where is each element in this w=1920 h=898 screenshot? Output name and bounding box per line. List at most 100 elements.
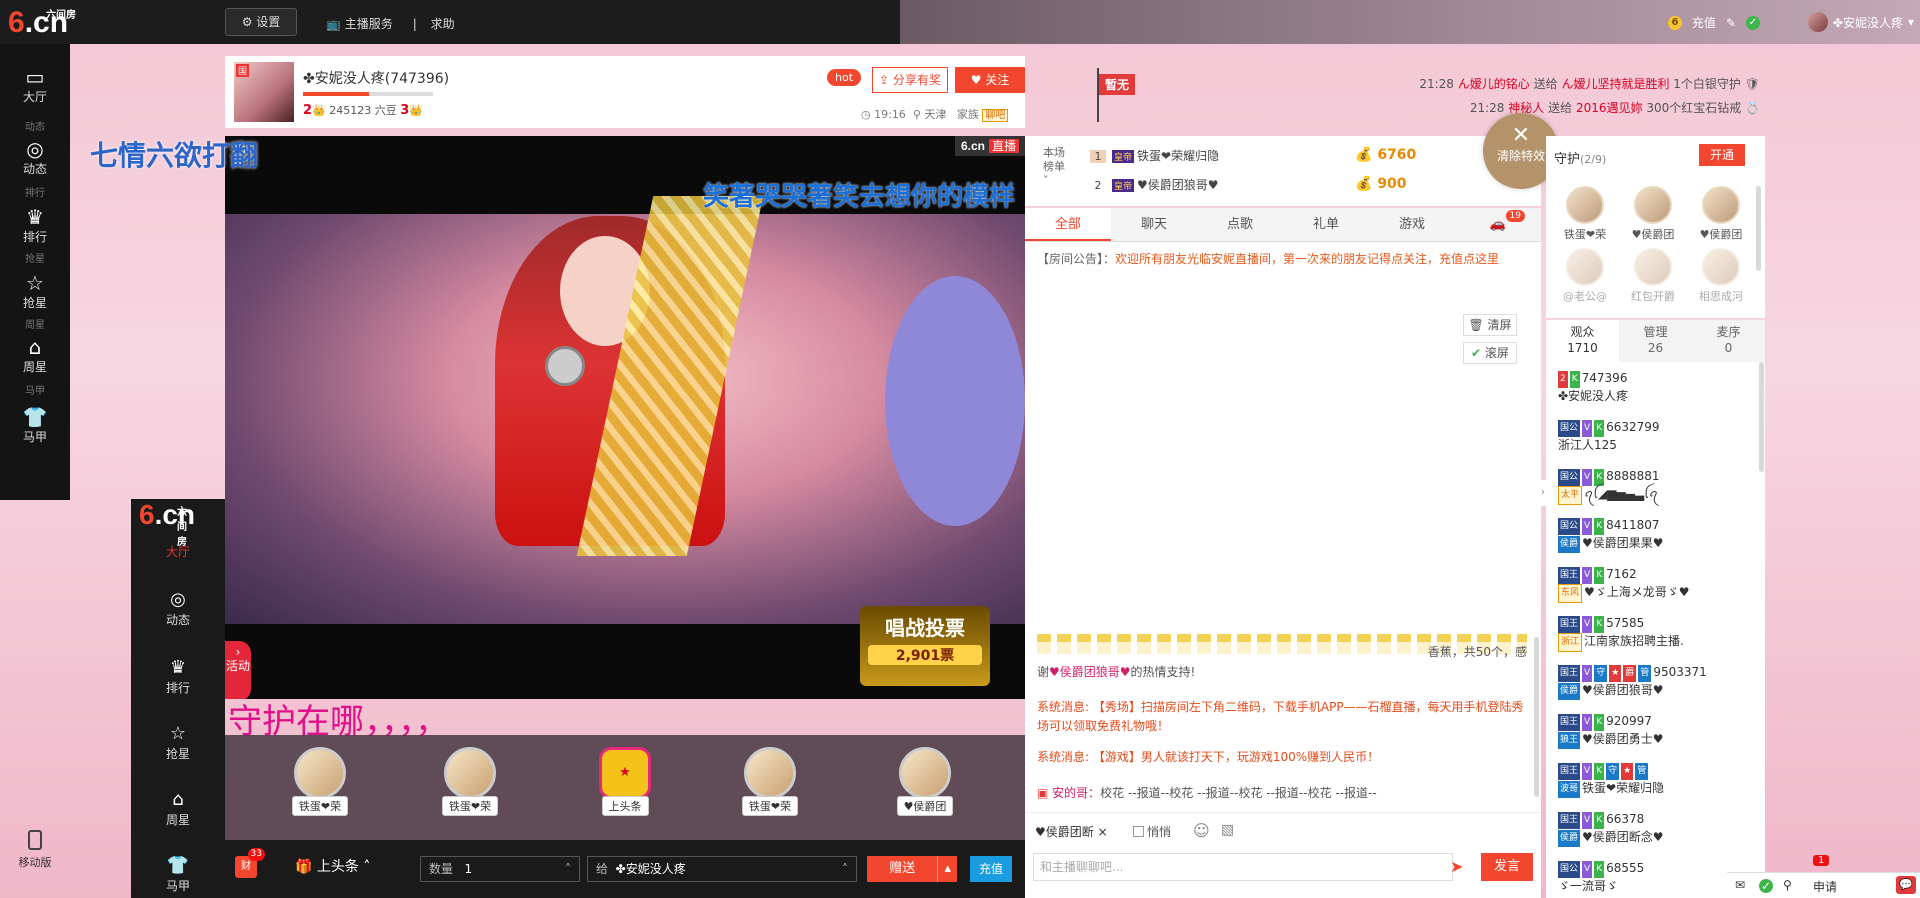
anchor-service-link[interactable]: 📺 主播服务 (326, 17, 403, 31)
open-guard-button[interactable]: 开通 (1699, 144, 1745, 166)
share-button[interactable]: ⇪ 分享有奖 (872, 67, 948, 93)
edit-icon[interactable]: ✎ (1726, 16, 1736, 30)
chat-scrollbar[interactable] (1534, 637, 1539, 797)
rank-row[interactable]: 2 皇帝 ♥侯爵团狼哥♥ 💰 900 (1090, 176, 1530, 193)
host-avatar[interactable]: 国 (234, 62, 294, 122)
list-item[interactable]: 国王 V 守 ★ 爵管 9503371 侯爵 ♥侯爵团狼哥♥ (1558, 664, 1754, 700)
ghost-item-rank[interactable]: ♛ 排行 (131, 657, 225, 696)
guard-item[interactable]: 相思成河 (1690, 248, 1752, 304)
vote-widget[interactable]: 唱战投票 2,901票 (860, 606, 990, 686)
gift-slot[interactable]: ♥侯爵团 (890, 747, 960, 816)
site-logo[interactable]: 6.cn 六间房 (8, 6, 76, 40)
recharge-link[interactable]: 充值 (1692, 14, 1716, 31)
headline-button[interactable]: 🎁 上头条 ˄ (295, 856, 370, 876)
user-menu[interactable]: ✤安妮没人疼 ▾ (1807, 12, 1914, 32)
guard-item[interactable]: ♥侯爵团 (1622, 186, 1684, 242)
help-link[interactable]: 求助 (431, 17, 455, 31)
ghost-label: 排行 (25, 188, 45, 199)
collapse-panel-button[interactable]: › (1538, 480, 1548, 506)
ghost-item-hall[interactable]: 大厅 (131, 543, 225, 560)
sidebar-item-weekstar[interactable]: ⌂ 周星 (0, 336, 70, 375)
tab-audience[interactable]: 观众 1710 (1546, 320, 1619, 362)
ghost-item-feed[interactable]: ◎ 动态 (131, 589, 225, 628)
list-item[interactable]: 国王 V K 7162 东风 ♥ゞ上海メ龙哥ゞ♥ (1558, 566, 1754, 603)
tab-managers[interactable]: 管理 26 (1619, 320, 1692, 362)
paper-plane-icon[interactable]: ➤ (1450, 857, 1463, 876)
whisper-checkbox[interactable]: 悄悄 (1133, 823, 1171, 840)
scroll-screen-button[interactable]: ✔ 滚屏 (1463, 342, 1517, 364)
list-item[interactable]: 国王 V K 守 ★ 管波哥 铁蛋❤荣耀归隐 (1558, 762, 1754, 798)
sidebar-item-star[interactable]: ☆ 抢星 (0, 272, 70, 311)
follow-button[interactable]: ♥ 关注 (955, 67, 1025, 93)
verified-icon[interactable]: ✓ (1759, 879, 1773, 893)
sidebar-item-hall[interactable]: ▭ 大厅 (0, 66, 70, 105)
guard-scrollbar[interactable] (1756, 186, 1761, 271)
gift-slot[interactable]: 铁蛋❤荣 (285, 747, 355, 816)
caret-up-icon[interactable]: ▴ (937, 856, 957, 882)
recipient-field[interactable]: 给 ✤安妮没人疼 ˄ (587, 856, 857, 882)
guard-item[interactable]: @老公@ (1554, 248, 1616, 304)
list-item[interactable]: 国公 V K 6632799 浙江人125 (1558, 419, 1754, 454)
ghost-item-vest[interactable]: 👕 马甲 (131, 855, 225, 894)
user-name: ♥侯爵团狼哥♥ (1582, 683, 1664, 697)
family-tag[interactable]: 聊吧 (982, 109, 1009, 122)
list-item[interactable]: 国公 V K 68555 ゞ一流哥ゞ (1558, 860, 1754, 895)
close-icon[interactable]: × (1098, 825, 1108, 839)
tab-mic-queue[interactable]: 麦序 0 (1692, 320, 1765, 362)
user-id: 8888881 (1606, 469, 1660, 483)
search-icon[interactable]: ⚲ (1783, 878, 1792, 892)
tab-games[interactable]: 游戏 (1369, 208, 1455, 241)
heart-icon: ♥ (970, 73, 986, 87)
image-icon[interactable]: ▧ (1221, 822, 1234, 838)
guard-item[interactable]: 铁蛋❤荣 (1554, 186, 1616, 242)
mail-icon[interactable]: ✉ (1735, 878, 1745, 892)
apply-count: 1 (1813, 855, 1830, 866)
rank-row[interactable]: 1 皇帝 铁蛋❤荣耀归隐 💰 6760 (1090, 147, 1530, 164)
recharge-button[interactable]: 充值 (970, 856, 1012, 882)
list-item[interactable]: 国王 V K 66378 侯爵 ♥侯爵团断念♥ (1558, 811, 1754, 847)
tab-car[interactable]: 🚗 19 (1455, 208, 1541, 241)
send-gift-button[interactable]: 赠送 ▴ (867, 856, 957, 882)
headline-slot[interactable]: ★ 上头条 (590, 747, 660, 816)
gift-slot[interactable]: 铁蛋❤荣 (735, 747, 805, 816)
left-sidebar: ▭ 大厅 动态 ◎ 动态 排行 ♛ 排行 抢星 ☆ 抢星 周星 ⌂ 周星 马甲 👕 马甲 (0, 44, 70, 500)
compass-icon: ◎ (26, 137, 44, 161)
list-item[interactable]: 国王 V K 920997 狼王 ♥侯爵团勇士♥ (1558, 713, 1754, 749)
video-player[interactable]: 5 6.cn 直播 笑著哭哭著笑去想你的模样 唱战投票 2,901票 › 活动 (225, 136, 1025, 699)
sidebar-item-vest[interactable]: 👕 马甲 (0, 406, 70, 445)
guard-item[interactable]: ♥侯爵团 (1690, 186, 1752, 242)
user-badge: K (1569, 371, 1580, 388)
quantity-field[interactable]: 数量 1 ˄ (420, 856, 580, 882)
list-item[interactable]: 国公 V K 8411807 侯爵 ♥侯爵团果果♥ (1558, 517, 1754, 553)
chat-bubble-icon[interactable]: 💬 (1896, 876, 1916, 894)
tab-chat[interactable]: 聊天 (1111, 208, 1197, 241)
gift-slot[interactable]: 铁蛋❤荣 (435, 747, 505, 816)
tab-gifts[interactable]: 礼单 (1283, 208, 1369, 241)
chat-input[interactable]: 和主播聊聊吧... (1033, 853, 1453, 881)
list-item[interactable]: 2 K 747396 ✤安妮没人疼 (1558, 370, 1754, 405)
status-bar: ✉ ✓ ⚲ 1 申请 💬 (1727, 855, 1920, 898)
activity-tab[interactable]: › 活动 (225, 641, 251, 699)
settings-button[interactable]: ⚙ 设置 (225, 8, 297, 36)
chevron-up-icon: ˄ (565, 862, 571, 876)
recipient-chip[interactable]: ♥侯爵团断 × (1035, 823, 1108, 840)
ghost-item-weekstar[interactable]: ⌂ 周星 (131, 789, 225, 828)
tab-songs[interactable]: 点歌 (1197, 208, 1283, 241)
wealth-badge[interactable]: 财 33 (235, 848, 265, 878)
star-icon: ★ (599, 747, 651, 799)
emoji-icon[interactable]: ☺ (1193, 821, 1210, 840)
sidebar-item-feed[interactable]: ◎ 动态 (0, 138, 70, 177)
list-item[interactable]: 国王 V K 57585 浙江 江南家族招聘主播. (1558, 615, 1754, 652)
guard-item[interactable]: 红包开爵 (1622, 248, 1684, 304)
ghost-item-star[interactable]: ☆ 抢星 (131, 723, 225, 762)
apply-link[interactable]: 申请 (1813, 878, 1837, 895)
verified-icon[interactable]: ✓ (1746, 15, 1760, 30)
clear-screen-button[interactable]: 🗑 清屏 (1463, 314, 1517, 336)
tab-all[interactable]: 全部 (1025, 208, 1111, 241)
rank-label[interactable]: 本场 榜单 ˇ (1043, 146, 1065, 188)
audience-scrollbar[interactable] (1759, 362, 1764, 472)
sidebar-item-rank[interactable]: ♛ 排行 (0, 206, 70, 245)
list-item[interactable]: 国公 V K 8888881 太平 ꪖꪶ◢▆▅▄▃ꪶꪖ (1558, 468, 1754, 505)
mobile-version-link[interactable]: 移动版 (10, 830, 60, 870)
send-message-button[interactable]: 发言 (1481, 853, 1533, 881)
